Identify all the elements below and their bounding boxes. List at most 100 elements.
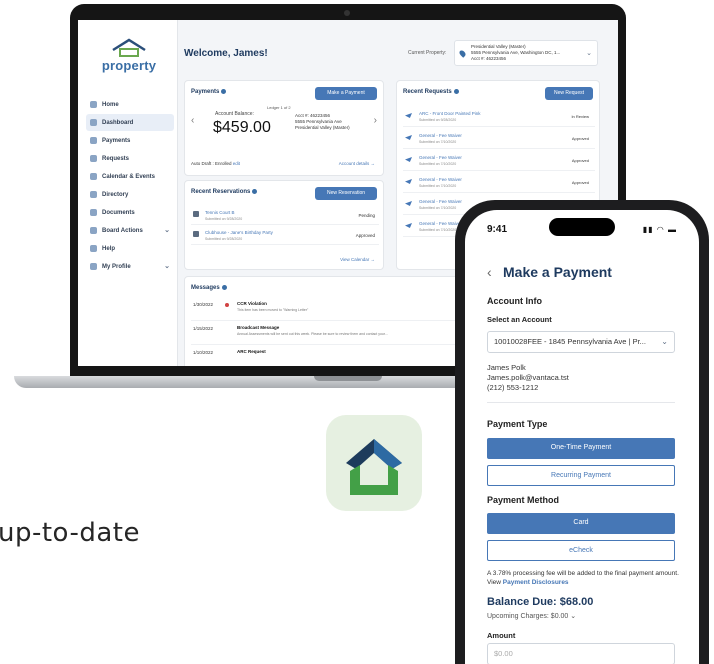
reservations-card: Recent Reservations New Reservation Tenn… xyxy=(184,180,384,270)
divider xyxy=(487,402,675,403)
chevron-down-icon: ⌄ xyxy=(586,50,592,57)
autodraft-text: Auto Draft : Enrolled xyxy=(191,161,232,166)
reservation-title: Tennis Court B xyxy=(205,210,235,215)
property-selector[interactable]: Presidential Valley (Master) 5555 Pennsy… xyxy=(454,40,598,66)
new-request-button[interactable]: New Request xyxy=(545,87,593,100)
chevron-left-icon[interactable]: ‹ xyxy=(191,115,194,126)
info-icon[interactable] xyxy=(221,89,227,94)
chevron-down-icon: ⌄ xyxy=(570,613,577,620)
autodraft-status: Auto Draft : Enrolled edit xyxy=(191,161,240,166)
send-icon xyxy=(405,113,412,118)
sidebar-item-payments[interactable]: Payments xyxy=(86,132,174,149)
page-title: Make a Payment xyxy=(503,264,612,280)
unread-dot-icon xyxy=(225,303,229,307)
send-icon xyxy=(405,179,412,184)
sidebar-item-documents[interactable]: Documents xyxy=(86,204,174,221)
chevron-down-icon: ⌄ xyxy=(164,227,170,234)
account-summary: Acct #: 46223456 5555 Pennsylvania Ave P… xyxy=(295,113,371,131)
help-icon xyxy=(90,245,97,252)
sidebar-item-help[interactable]: Help xyxy=(86,240,174,257)
sidebar-item-label: Documents xyxy=(102,209,135,216)
dashboard-icon xyxy=(90,119,97,126)
acct-property: Presidential Valley (Master) xyxy=(295,125,350,130)
request-title: General - Fee Waiver xyxy=(419,199,462,204)
signal-wifi-battery-icon: ▮▮ ◠ ▬ xyxy=(642,225,677,234)
documents-icon xyxy=(90,209,97,216)
brand-logo[interactable]: property xyxy=(96,38,162,82)
payments-title: Payments xyxy=(191,89,227,95)
table-row[interactable]: ARC - Front Door Painted Pink Submitted o… xyxy=(403,107,595,127)
table-row[interactable]: General - Fee Waiver Submitted on 7/10/20… xyxy=(403,173,595,193)
one-time-payment-button[interactable]: One-Time Payment xyxy=(487,438,675,459)
payment-disclosures-link[interactable]: Payment Disclosures xyxy=(503,579,569,586)
requests-title: Recent Requests xyxy=(403,89,459,95)
message-body: Annual Assessments will be sent out this… xyxy=(237,332,388,336)
payment-method-heading: Payment Method xyxy=(487,495,560,505)
app-icon[interactable] xyxy=(326,415,422,511)
requests-title-text: Recent Requests xyxy=(403,89,452,96)
sidebar-item-label: Directory xyxy=(102,191,129,198)
table-row[interactable]: General - Fee Waiver Submitted on 7/10/20… xyxy=(403,151,595,171)
amount-label: Amount xyxy=(487,631,516,640)
card-button[interactable]: Card xyxy=(487,513,675,534)
table-row[interactable]: General - Fee Waiver Submitted on 7/10/20… xyxy=(403,129,595,149)
info-icon[interactable] xyxy=(453,89,459,94)
request-date: Submitted on 7/10/2020 xyxy=(419,162,457,166)
sidebar-item-requests[interactable]: Requests xyxy=(86,150,174,167)
payment-type-heading: Payment Type xyxy=(487,419,548,429)
upcoming-charges-text: Upcoming Charges: $0.00 xyxy=(487,613,569,620)
send-icon xyxy=(405,157,412,162)
reservation-date: Submitted on 9/28/2020 xyxy=(205,217,243,221)
sidebar-item-home[interactable]: Home xyxy=(86,96,174,113)
sidebar-nav: Home Dashboard Payments Requests Calenda… xyxy=(86,96,174,276)
amount-input[interactable]: $0.00 xyxy=(487,643,675,664)
owner-name: James Polk xyxy=(487,363,526,372)
send-icon xyxy=(405,135,412,140)
account-info-heading: Account Info xyxy=(487,296,542,306)
sidebar-item-label: Board Actions xyxy=(102,227,143,234)
status-badge: Pending xyxy=(358,213,375,218)
info-icon[interactable] xyxy=(252,189,258,194)
sidebar-item-dashboard[interactable]: Dashboard xyxy=(86,114,174,131)
chevron-down-icon: ⌄ xyxy=(164,263,170,270)
list-item[interactable]: Tennis Court B Submitted on 9/28/2020 Pe… xyxy=(191,207,379,225)
request-title: General - Fee Waiver xyxy=(419,177,462,182)
info-icon[interactable] xyxy=(221,285,227,290)
reservation-title: Clubhouse - Jane's Birthday Party xyxy=(205,230,273,235)
request-title: General - Fee Waiver xyxy=(419,133,462,138)
account-select[interactable]: 10010028FEE - 1845 Pennsylvania Ave | Pr… xyxy=(487,331,675,353)
request-title: ARC - Front Door Painted Pink xyxy=(419,111,481,116)
chevron-right-icon[interactable]: › xyxy=(374,115,377,126)
request-title: General - Fee Waiver xyxy=(419,221,462,226)
account-details-link[interactable]: Account details → xyxy=(339,161,375,166)
sidebar: property Home Dashboard Payments Request… xyxy=(78,20,178,366)
recurring-payment-button[interactable]: Recurring Payment xyxy=(487,465,675,486)
upcoming-charges[interactable]: Upcoming Charges: $0.00 ⌄ xyxy=(487,612,576,620)
request-date: Submitted on 7/10/2020 xyxy=(419,184,457,188)
back-chevron-icon[interactable]: ‹ xyxy=(487,264,492,280)
chevron-down-icon: ⌄ xyxy=(661,337,668,346)
reservations-title: Recent Reservations xyxy=(191,189,258,195)
directory-icon xyxy=(90,191,97,198)
sidebar-item-label: Requests xyxy=(102,155,130,162)
list-item[interactable]: Clubhouse - Jane's Birthday Party Submit… xyxy=(191,227,379,245)
owner-email: James.polk@vantaca.tst xyxy=(487,373,569,382)
make-payment-button[interactable]: Make a Payment xyxy=(315,87,377,100)
sidebar-item-my-profile[interactable]: My Profile ⌄ xyxy=(86,258,174,275)
message-subject: CCR Violation xyxy=(237,301,267,306)
logo-wordmark: property xyxy=(101,58,157,73)
sidebar-item-board-actions[interactable]: Board Actions ⌄ xyxy=(86,222,174,239)
sidebar-item-calendar[interactable]: Calendar & Events xyxy=(86,168,174,185)
message-date: 1/30/2022 xyxy=(193,302,214,307)
view-calendar-link[interactable]: View Calendar → xyxy=(340,257,375,262)
new-reservation-button[interactable]: New Reservation xyxy=(315,187,377,200)
request-date: Submitted on 7/10/2020 xyxy=(419,140,457,144)
autodraft-edit-link[interactable]: edit xyxy=(233,161,240,166)
home-icon xyxy=(90,101,97,108)
phone-screen: 9:41 ▮▮ ◠ ▬ ‹ Make a Payment Account Inf… xyxy=(465,210,699,664)
echeck-button[interactable]: eCheck xyxy=(487,540,675,561)
page-title: Welcome, James! xyxy=(184,48,268,59)
payments-card: Payments Make a Payment Ledger 1 of 2 ‹ … xyxy=(184,80,384,176)
sidebar-item-directory[interactable]: Directory xyxy=(86,186,174,203)
status-badge: Approved xyxy=(571,136,589,141)
